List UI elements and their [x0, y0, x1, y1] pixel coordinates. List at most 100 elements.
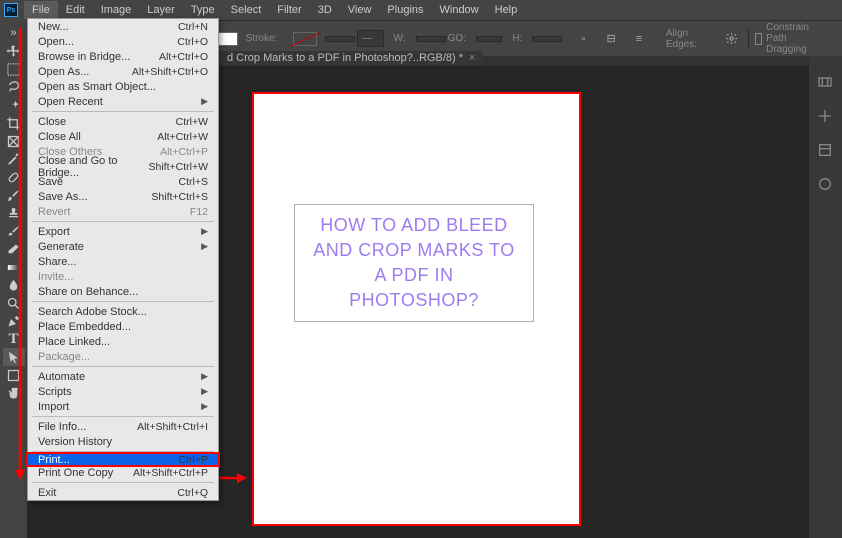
document-tab[interactable]: d Crop Marks to a PDF in Photoshop?..RGB…	[219, 51, 483, 65]
path-select-tool[interactable]	[3, 348, 25, 366]
menu-item-label: Search Adobe Stock...	[38, 306, 147, 318]
menu-item-package: Package...	[28, 349, 218, 364]
menu-shortcut: Shift+Ctrl+W	[148, 161, 208, 173]
w-label: W:	[394, 33, 406, 44]
marquee-tool[interactable]	[3, 60, 25, 78]
expand-icon[interactable]: »	[3, 24, 25, 42]
menu-item-label: Export	[38, 226, 70, 238]
arrange-icon[interactable]: ≡	[628, 27, 650, 51]
menu-filter[interactable]: Filter	[269, 1, 309, 19]
width-field[interactable]	[416, 36, 446, 42]
text-layer[interactable]: HOW TO ADD BLEED AND CROP MARKS TO A PDF…	[294, 204, 534, 322]
menu-item-search-adobe-stock[interactable]: Search Adobe Stock...	[28, 304, 218, 319]
path-ops-icon[interactable]: ▫	[572, 27, 594, 51]
stroke-swatch[interactable]	[293, 32, 317, 46]
submenu-arrow-icon: ▶	[201, 241, 208, 252]
menu-item-label: Scripts	[38, 386, 72, 398]
eyedropper-tool[interactable]	[3, 150, 25, 168]
menu-select[interactable]: Select	[223, 1, 270, 19]
hand-tool[interactable]	[3, 384, 25, 402]
menu-separator	[32, 111, 214, 112]
menu-item-file-info[interactable]: File Info...Alt+Shift+Ctrl+I	[28, 419, 218, 434]
menu-item-close[interactable]: CloseCtrl+W	[28, 114, 218, 129]
menu-shortcut: Alt+Ctrl+O	[159, 51, 208, 63]
menu-item-import[interactable]: Import▶	[28, 399, 218, 414]
menu-item-label: Open...	[38, 36, 74, 48]
menu-3d[interactable]: 3D	[310, 1, 340, 19]
menu-view[interactable]: View	[340, 1, 380, 19]
menu-item-version-history[interactable]: Version History	[28, 434, 218, 449]
settings-icon[interactable]	[725, 27, 738, 51]
menu-item-open-as[interactable]: Open As...Alt+Shift+Ctrl+O	[28, 64, 218, 79]
stamp-tool[interactable]	[3, 204, 25, 222]
crop-tool[interactable]	[3, 114, 25, 132]
close-icon[interactable]: ×	[469, 52, 475, 64]
shape-tool[interactable]	[3, 366, 25, 384]
align-edges-label: Align Edges:	[666, 28, 717, 50]
menu-file[interactable]: File	[24, 1, 58, 19]
type-tool[interactable]: T	[3, 330, 25, 348]
h-label: H:	[512, 33, 522, 44]
menu-item-open-as-smart-object[interactable]: Open as Smart Object...	[28, 79, 218, 94]
menu-item-label: Browse in Bridge...	[38, 51, 130, 63]
lasso-tool[interactable]	[3, 78, 25, 96]
align-icon[interactable]: ⊟	[600, 27, 622, 51]
menu-window[interactable]: Window	[432, 1, 487, 19]
menu-shortcut: Alt+Shift+Ctrl+P	[133, 467, 208, 479]
menu-item-automate[interactable]: Automate▶	[28, 369, 218, 384]
height-field[interactable]	[532, 36, 562, 42]
menu-item-place-embedded[interactable]: Place Embedded...	[28, 319, 218, 334]
menu-item-generate[interactable]: Generate▶	[28, 239, 218, 254]
dodge-tool[interactable]	[3, 294, 25, 312]
history-brush-tool[interactable]	[3, 222, 25, 240]
menu-item-scripts[interactable]: Scripts▶	[28, 384, 218, 399]
menu-item-close-and-go-to-bridge[interactable]: Close and Go to Bridge...Shift+Ctrl+W	[28, 159, 218, 174]
stroke-style-field[interactable]: —	[357, 30, 383, 47]
menu-edit[interactable]: Edit	[58, 1, 93, 19]
panel-icon-1[interactable]	[817, 74, 835, 92]
menu-shortcut: Ctrl+N	[178, 21, 208, 33]
menu-help[interactable]: Help	[487, 1, 526, 19]
heal-tool[interactable]	[3, 168, 25, 186]
constrain-label: Constrain Path Dragging	[766, 22, 826, 55]
link-icon[interactable]	[476, 36, 502, 42]
menu-item-export[interactable]: Export▶	[28, 224, 218, 239]
menu-item-label: Place Linked...	[38, 336, 110, 348]
menu-item-print-one-copy[interactable]: Print One CopyAlt+Shift+Ctrl+P	[28, 465, 218, 480]
menu-item-share-on-behance[interactable]: Share on Behance...	[28, 284, 218, 299]
panel-icon-4[interactable]	[817, 176, 835, 194]
frame-tool[interactable]	[3, 132, 25, 150]
menu-item-revert: RevertF12	[28, 204, 218, 219]
gradient-tool[interactable]	[3, 258, 25, 276]
canvas-text: HOW TO ADD BLEED AND CROP MARKS TO A PDF…	[307, 213, 521, 314]
menu-item-share[interactable]: Share...	[28, 254, 218, 269]
menu-item-browse-in-bridge[interactable]: Browse in Bridge... Alt+Ctrl+O	[28, 49, 218, 64]
wand-tool[interactable]	[3, 96, 25, 114]
menu-item-label: File Info...	[38, 421, 86, 433]
menu-item-label: Import	[38, 401, 69, 413]
menu-item-exit[interactable]: ExitCtrl+Q	[28, 485, 218, 500]
eraser-tool[interactable]	[3, 240, 25, 258]
menu-item-label: Invite...	[38, 271, 73, 283]
menu-type[interactable]: Type	[183, 1, 223, 19]
pen-tool[interactable]	[3, 312, 25, 330]
menu-image[interactable]: Image	[93, 1, 140, 19]
menu-item-save-as[interactable]: Save As...Shift+Ctrl+S	[28, 189, 218, 204]
stroke-width-field[interactable]	[325, 36, 355, 42]
brush-tool[interactable]	[3, 186, 25, 204]
constrain-checkbox[interactable]	[755, 33, 762, 45]
menu-layer[interactable]: Layer	[139, 1, 183, 19]
move-tool[interactable]	[3, 42, 25, 60]
menu-item-new[interactable]: New...Ctrl+N	[28, 19, 218, 34]
menu-item-open[interactable]: Open...Ctrl+O	[28, 34, 218, 49]
menu-item-open-recent[interactable]: Open Recent▶	[28, 94, 218, 109]
menu-item-place-linked[interactable]: Place Linked...	[28, 334, 218, 349]
panel-icon-2[interactable]	[817, 108, 835, 126]
document-canvas[interactable]: HOW TO ADD BLEED AND CROP MARKS TO A PDF…	[252, 92, 581, 526]
menu-item-label: Save As...	[38, 191, 88, 203]
blur-tool[interactable]	[3, 276, 25, 294]
panel-icon-3[interactable]	[817, 142, 835, 160]
menu-item-close-all[interactable]: Close AllAlt+Ctrl+W	[28, 129, 218, 144]
menu-item-print[interactable]: Print...Ctrl+P	[26, 452, 220, 467]
menu-plugins[interactable]: Plugins	[379, 1, 431, 19]
